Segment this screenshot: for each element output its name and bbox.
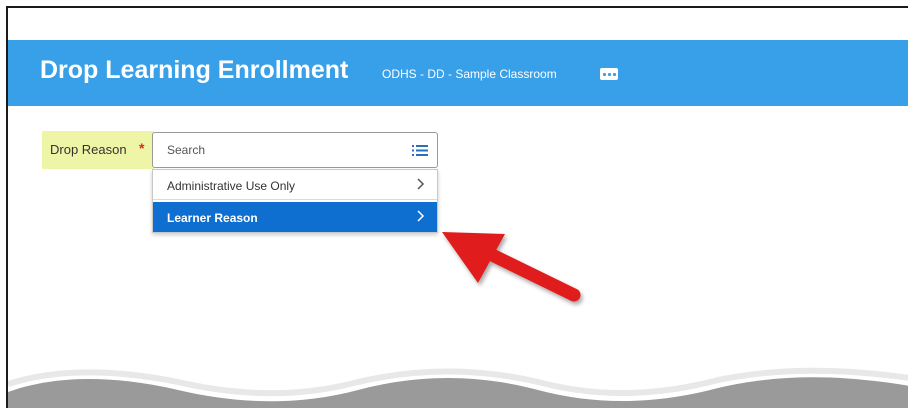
drop-reason-dropdown: Administrative Use Only Learner Reason <box>152 169 438 233</box>
drop-reason-label-box: Drop Reason * <box>42 131 154 169</box>
option-administrative-use-only[interactable]: Administrative Use Only <box>153 170 437 200</box>
chevron-right-icon <box>417 178 425 190</box>
search-placeholder: Search <box>167 143 206 157</box>
option-label: Administrative Use Only <box>167 179 296 193</box>
drop-reason-label: Drop Reason <box>50 142 127 157</box>
option-learner-reason[interactable]: Learner Reason <box>153 202 437 232</box>
screenshot-frame: Drop Learning Enrollment ODHS - DD - Sam… <box>6 6 908 408</box>
page-subtitle: ODHS - DD - Sample Classroom <box>382 67 557 81</box>
required-indicator: * <box>139 140 145 156</box>
page-header: Drop Learning Enrollment ODHS - DD - Sam… <box>8 40 908 106</box>
page-title: Drop Learning Enrollment <box>40 56 349 84</box>
drop-reason-search-input[interactable]: Search <box>152 132 438 168</box>
list-icon[interactable] <box>412 144 428 157</box>
ellipsis-icon[interactable] <box>600 68 618 80</box>
option-label: Learner Reason <box>167 211 258 225</box>
torn-edge-decoration <box>8 367 908 408</box>
chevron-right-icon <box>417 210 425 222</box>
